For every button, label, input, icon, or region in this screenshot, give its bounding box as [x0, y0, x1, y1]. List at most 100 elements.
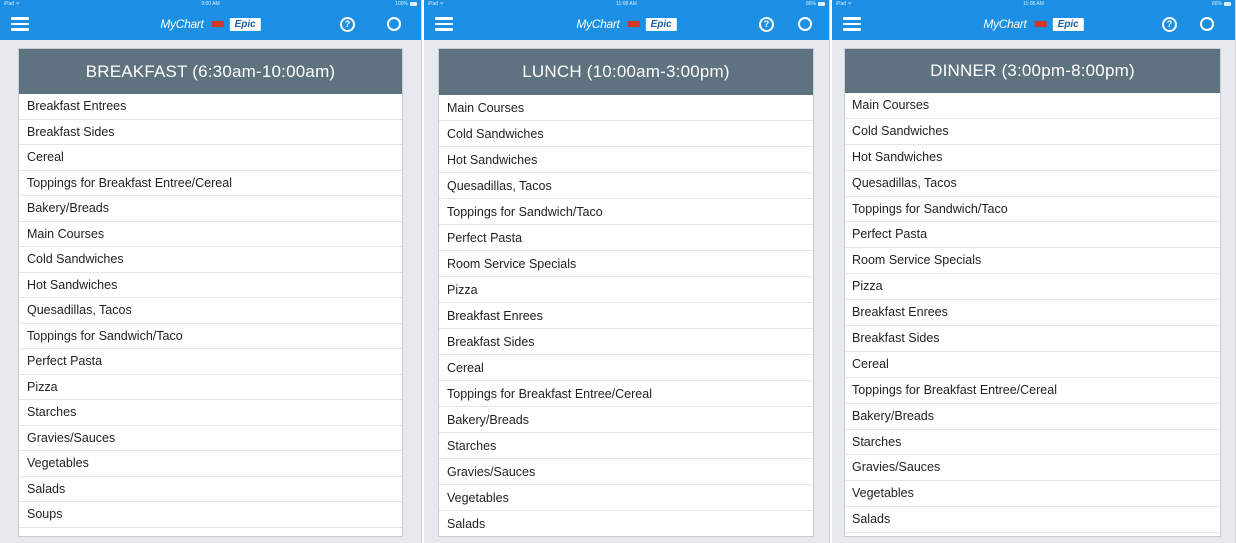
menu-category-item[interactable]: Cereal — [19, 145, 402, 171]
menu-category-item[interactable]: Main Courses — [19, 222, 402, 247]
menu-category-item[interactable]: Salads — [439, 511, 813, 536]
menu-category-item[interactable]: Cold Sandwiches — [845, 119, 1220, 145]
menu-category-item[interactable]: Room Service Specials — [439, 251, 813, 277]
battery-icon — [410, 1, 417, 6]
meal-menu-card: LUNCH (10:00am-3:00pm) Main Courses Cold … — [438, 48, 814, 537]
menu-category-item[interactable]: Main Courses — [845, 93, 1220, 119]
menu-category-item[interactable]: Bakery/Breads — [19, 196, 402, 222]
app-navbar: MyChart Epic ? — [424, 8, 829, 40]
status-bar: iPad ᯤ 11:08 AM 86% — [424, 0, 829, 8]
meal-period-header: LUNCH (10:00am-3:00pm) — [439, 49, 813, 95]
help-icon[interactable]: ? — [340, 17, 355, 32]
menu-category-item[interactable]: Gravies/Sauces — [439, 459, 813, 485]
status-time: 9:00 AM — [201, 1, 220, 7]
menu-category-item[interactable]: Hot Sandwiches — [439, 147, 813, 173]
menu-category-item[interactable]: Cold Sandwiches — [19, 247, 402, 273]
status-time: 11:08 AM — [1023, 1, 1044, 7]
refresh-icon[interactable] — [1200, 17, 1214, 31]
hamburger-menu-icon[interactable] — [843, 17, 861, 31]
menu-category-item[interactable]: Toppings for Sandwich/Taco — [19, 324, 402, 349]
status-battery: 100% — [395, 0, 417, 8]
mychart-epic-logo: MyChart Epic — [160, 13, 261, 35]
menu-category-item[interactable]: Pizza — [845, 274, 1220, 301]
ipad-screen: iPad ᯤ 11:08 AM 86% MyChart Epic ? LUNCH… — [424, 0, 830, 543]
mychart-logo-text: MyChart — [576, 17, 620, 31]
app-navbar: MyChart Epic ? — [832, 8, 1235, 40]
menu-category-list: Main Courses Cold Sandwiches Hot Sandwiche… — [845, 93, 1220, 534]
mychart-epic-logo: MyChart Epic — [983, 13, 1084, 35]
menu-category-item[interactable]: Room Service Specials — [845, 248, 1220, 275]
menu-category-item[interactable]: Starches — [439, 433, 813, 459]
menu-category-item[interactable]: Breakfast Sides — [845, 326, 1220, 352]
mychart-logo-text: MyChart — [160, 17, 204, 31]
menu-category-item[interactable]: Main Courses — [439, 95, 813, 121]
menu-category-item[interactable]: Breakfast Entrees — [19, 94, 402, 120]
mychart-epic-logo: MyChart Epic — [576, 13, 677, 35]
menu-category-item[interactable]: Toppings for Breakfast Entree/Cereal — [845, 378, 1220, 404]
menu-category-item[interactable]: Salads — [19, 477, 402, 502]
status-battery: 86% — [806, 0, 825, 8]
menu-category-item[interactable]: Toppings for Breakfast Entree/Cereal — [19, 171, 402, 196]
epic-logo: Epic — [645, 17, 677, 31]
refresh-icon[interactable] — [798, 17, 812, 31]
epic-logo: Epic — [229, 17, 261, 31]
meal-menu-card: DINNER (3:00pm-8:00pm) Main Courses Cold … — [844, 48, 1221, 537]
battery-icon — [1224, 1, 1231, 6]
battery-icon — [818, 1, 825, 6]
status-time: 11:08 AM — [616, 1, 637, 7]
meal-period-header: DINNER (3:00pm-8:00pm) — [845, 49, 1220, 93]
status-battery: 86% — [1212, 0, 1231, 8]
logo-flag-icon — [627, 21, 640, 27]
menu-category-item[interactable]: Cold Sandwiches — [439, 121, 813, 147]
menu-category-item[interactable]: Breakfast Sides — [439, 329, 813, 355]
status-device: iPad ᯤ — [4, 1, 20, 7]
menu-category-item[interactable]: Quesadillas, Tacos — [439, 173, 813, 199]
help-icon[interactable]: ? — [1162, 17, 1177, 32]
menu-category-item[interactable]: Hot Sandwiches — [845, 145, 1220, 171]
menu-category-item[interactable]: Vegetables — [19, 451, 402, 477]
menu-category-item[interactable]: Hot Sandwiches — [19, 273, 402, 298]
menu-category-item[interactable]: Starches — [19, 400, 402, 426]
menu-category-item[interactable]: Breakfast Enrees — [439, 303, 813, 329]
refresh-icon[interactable] — [387, 17, 401, 31]
hamburger-menu-icon[interactable] — [435, 17, 453, 31]
menu-category-item[interactable]: Breakfast Sides — [19, 120, 402, 145]
menu-category-item[interactable]: Perfect Pasta — [845, 222, 1220, 249]
menu-category-item[interactable]: Toppings for Sandwich/Taco — [845, 197, 1220, 223]
menu-category-item[interactable]: Salads — [845, 507, 1220, 534]
ipad-screen: iPad ᯤ 11:08 AM 86% MyChart Epic ? DINNE… — [832, 0, 1236, 543]
logo-flag-icon — [1034, 21, 1047, 27]
mychart-logo-text: MyChart — [983, 17, 1027, 31]
menu-category-item[interactable]: Toppings for Breakfast Entree/Cereal — [439, 381, 813, 407]
menu-category-item[interactable]: Vegetables — [845, 481, 1220, 508]
menu-category-item[interactable]: Toppings for Sandwich/Taco — [439, 199, 813, 225]
logo-flag-icon — [211, 21, 224, 27]
menu-category-item[interactable]: Bakery/Breads — [845, 404, 1220, 430]
menu-category-item[interactable]: Cereal — [439, 355, 813, 381]
menu-category-item[interactable]: Quesadillas, Tacos — [19, 298, 402, 324]
menu-category-item[interactable]: Pizza — [19, 375, 402, 400]
status-bar: iPad ᯤ 11:08 AM 86% — [832, 0, 1235, 8]
menu-category-item[interactable]: Quesadillas, Tacos — [845, 171, 1220, 197]
menu-category-item[interactable]: Soups — [19, 502, 402, 528]
menu-category-list: Breakfast Entrees Breakfast Sides Cereal To… — [19, 94, 402, 528]
menu-category-item[interactable]: Bakery/Breads — [439, 407, 813, 433]
menu-category-item[interactable]: Vegetables — [439, 485, 813, 511]
battery-percent: 86% — [805, 1, 816, 7]
help-icon[interactable]: ? — [759, 17, 774, 32]
app-navbar: MyChart Epic ? — [0, 8, 421, 40]
menu-category-item[interactable]: Starches — [845, 430, 1220, 456]
status-device: iPad ᯤ — [836, 1, 852, 7]
hamburger-menu-icon[interactable] — [11, 17, 29, 31]
menu-category-item[interactable]: Gravies/Sauces — [19, 426, 402, 451]
menu-category-item[interactable]: Perfect Pasta — [19, 349, 402, 375]
menu-category-item[interactable]: Perfect Pasta — [439, 225, 813, 251]
status-device: iPad ᯤ — [428, 1, 444, 7]
menu-category-item[interactable]: Cereal — [845, 352, 1220, 378]
menu-category-item[interactable]: Breakfast Enrees — [845, 300, 1220, 327]
menu-category-item[interactable]: Pizza — [439, 277, 813, 303]
epic-logo: Epic — [1052, 17, 1084, 31]
status-bar: iPad ᯤ 9:00 AM 100% — [0, 0, 421, 8]
menu-category-item[interactable]: Gravies/Sauces — [845, 455, 1220, 482]
meal-menu-card: BREAKFAST (6:30am-10:00am) Breakfast Ent… — [18, 48, 403, 537]
